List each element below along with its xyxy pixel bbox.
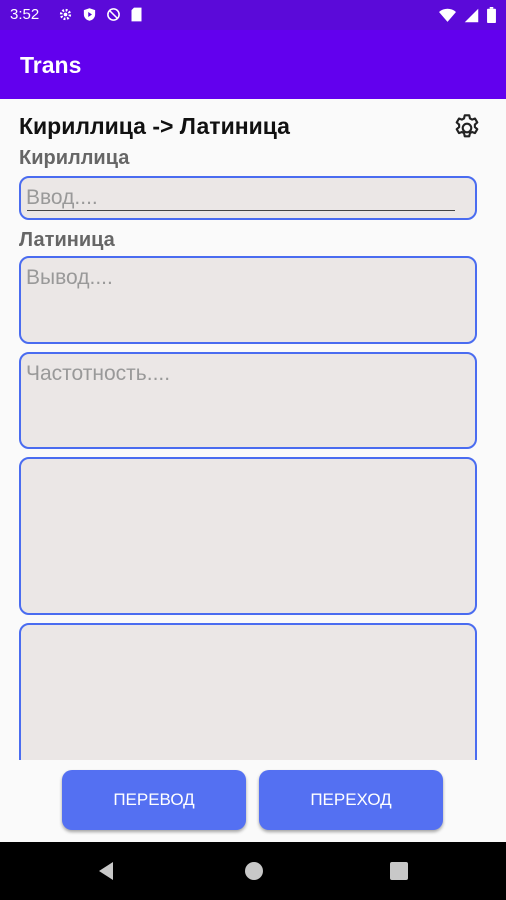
input-placeholder: Ввод....	[26, 186, 98, 209]
status-bar: 3:52	[0, 0, 506, 30]
translate-button[interactable]: ПЕРЕВОД	[62, 770, 246, 830]
mode-title: Кириллица -> Латиница	[19, 113, 290, 139]
signal-icon	[464, 8, 479, 28]
app-bar: Trans	[0, 30, 506, 99]
frequency-field[interactable]: Частотность....	[19, 352, 477, 449]
shield-play-icon	[82, 7, 97, 27]
button-bar: ПЕРЕВОД ПЕРЕХОД	[0, 760, 506, 842]
output-placeholder: Вывод....	[26, 266, 113, 289]
text-box-2[interactable]	[19, 623, 477, 760]
output-label: Латиница	[19, 229, 115, 251]
recents-icon[interactable]	[390, 862, 408, 885]
transition-button[interactable]: ПЕРЕХОД	[259, 770, 443, 830]
text-box-1[interactable]	[19, 457, 477, 615]
battery-icon	[487, 7, 496, 28]
cyrillic-input[interactable]: Ввод....	[19, 176, 477, 220]
back-icon[interactable]	[96, 861, 116, 886]
home-icon[interactable]	[244, 861, 264, 886]
gear-icon	[58, 7, 73, 27]
input-label: Кириллица	[19, 147, 130, 169]
status-system-icons	[439, 7, 496, 28]
sd-card-icon	[130, 7, 143, 27]
frequency-placeholder: Частотность....	[26, 362, 171, 385]
navigation-bar	[0, 842, 506, 900]
wifi-icon	[439, 8, 456, 28]
status-notification-icons	[58, 7, 143, 27]
gear-icon[interactable]	[451, 112, 483, 144]
app-title: Trans	[20, 52, 82, 78]
main-content[interactable]: Кириллица -> Латиница Кириллица Ввод....…	[0, 99, 506, 760]
no-sync-icon	[106, 7, 121, 27]
input-underline	[27, 210, 455, 211]
latin-output[interactable]: Вывод....	[19, 256, 477, 344]
status-time: 3:52	[10, 6, 40, 23]
